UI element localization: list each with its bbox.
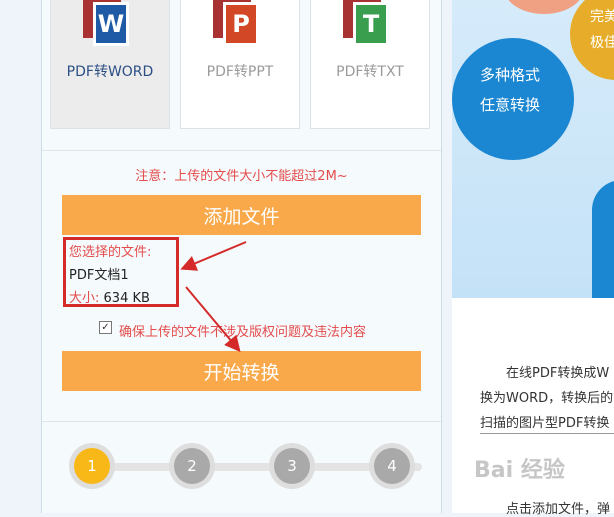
add-file-button[interactable]: 添加文件 bbox=[62, 195, 421, 235]
step-2: 2 bbox=[169, 443, 215, 489]
description-line: 在线PDF转换成W bbox=[506, 366, 610, 381]
description-line: 换为WORD，转换后的 bbox=[480, 391, 614, 406]
watermark: Bai 经验 bbox=[474, 458, 565, 483]
txt-doc-icon: T bbox=[343, 0, 401, 48]
feature-panel: 完美 极佳 多种格式 任意转换 在线PDF转换成W 换为WORD，转换后的 扫描… bbox=[452, 0, 614, 517]
card-pdf-to-ppt[interactable]: P PDF转PPT bbox=[180, 0, 300, 129]
description-line: 点击添加文件，弹 bbox=[506, 502, 611, 517]
ppt-doc-icon: P bbox=[213, 0, 271, 48]
agreement-checkbox[interactable]: ✓ bbox=[99, 321, 112, 334]
step-1: 1 bbox=[69, 443, 115, 489]
file-size-row: 大小: 634 KB bbox=[69, 287, 150, 306]
feature-banner: 完美 极佳 多种格式 任意转换 bbox=[452, 0, 614, 298]
selected-file-label: 您选择的文件: bbox=[69, 245, 152, 260]
converter-panel: W PDF转WORD P PDF转PPT T PDF转TXT 注意：上传的文件大… bbox=[41, 0, 442, 513]
bubble-text: 多种格式 bbox=[480, 66, 541, 84]
selected-file-info: 您选择的文件: PDF文档1 大小: 634 KB bbox=[63, 237, 179, 307]
upload-size-notice: 注意：上传的文件大小不能超过2M~ bbox=[135, 169, 348, 184]
bubble-text: 任意转换 bbox=[480, 96, 541, 114]
divider bbox=[42, 150, 441, 151]
divider bbox=[42, 421, 441, 422]
card-pdf-to-word[interactable]: W PDF转WORD bbox=[50, 0, 170, 129]
file-size-label: 大小: bbox=[69, 291, 100, 306]
description-line: 扫描的图片型PDF转换 bbox=[480, 416, 610, 431]
decor-bubble bbox=[504, 0, 584, 14]
card-label: PDF转TXT bbox=[336, 64, 404, 80]
agreement-text: 确保上传的文件不涉及版权问题及违法内容 bbox=[119, 325, 367, 340]
decor-shape bbox=[592, 180, 614, 298]
divider bbox=[480, 433, 614, 434]
word-doc-icon: W bbox=[83, 0, 141, 48]
step-3: 3 bbox=[269, 443, 315, 489]
start-convert-button[interactable]: 开始转换 bbox=[62, 351, 421, 391]
formats-bubble: 多种格式 任意转换 bbox=[452, 38, 574, 160]
selected-file-name: PDF文档1 bbox=[69, 268, 129, 283]
corner-bubble: 完美 极佳 bbox=[570, 0, 614, 80]
card-pdf-to-txt[interactable]: T PDF转TXT bbox=[310, 0, 430, 129]
card-label: PDF转WORD bbox=[66, 64, 154, 80]
file-size-value: 634 KB bbox=[103, 291, 150, 306]
card-label: PDF转PPT bbox=[206, 64, 274, 80]
step-4: 4 bbox=[369, 443, 415, 489]
